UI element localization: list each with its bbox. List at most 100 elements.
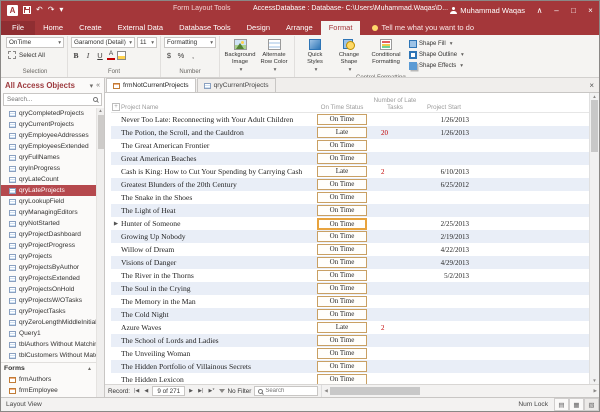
ribbon-tab-database-tools[interactable]: Database Tools: [171, 21, 239, 35]
alternate-row-color-button[interactable]: Alternate Row Color ▾: [257, 37, 291, 74]
nav-search-box[interactable]: [3, 93, 102, 106]
change-shape-button[interactable]: Change Shape ▾: [332, 37, 366, 74]
table-row[interactable]: The Potion, the Scroll, and the Cauldron…: [111, 126, 589, 139]
table-row[interactable]: Azure Waves Late 2: [111, 321, 589, 334]
record-selector[interactable]: [111, 269, 121, 282]
background-image-button[interactable]: Background Image ▾: [223, 37, 257, 74]
ribbon-tab-home[interactable]: Home: [35, 21, 71, 35]
record-selector[interactable]: [111, 204, 121, 217]
nav-item[interactable]: qryInProgress: [1, 163, 96, 174]
on-time-status-value[interactable]: On Time: [317, 205, 367, 216]
record-selector[interactable]: [111, 178, 121, 191]
nav-scrollbar[interactable]: ▲: [96, 108, 104, 397]
nav-pane-header[interactable]: All Access Objects ▾ «: [1, 78, 104, 93]
column-header-on-time-status[interactable]: On Time Status: [311, 104, 373, 112]
on-time-status-value[interactable]: On Time: [317, 270, 367, 281]
record-selector[interactable]: [111, 230, 121, 243]
ribbon-tab-design[interactable]: Design: [239, 21, 278, 35]
fill-color-icon[interactable]: [117, 51, 126, 60]
nav-item[interactable]: qryProjectTasks: [1, 306, 96, 317]
nav-item[interactable]: qryLateCount: [1, 174, 96, 185]
nav-item[interactable]: frmEmployee: [1, 385, 96, 396]
table-row[interactable]: Cash is King: How to Cut Your Spending b…: [111, 165, 589, 178]
new-record-button[interactable]: ▶*: [208, 388, 216, 394]
record-selector[interactable]: [111, 334, 121, 347]
table-row[interactable]: The Soul in the Crying On Time: [111, 282, 589, 295]
nav-scrollbar-thumb[interactable]: [97, 115, 104, 149]
nav-item[interactable]: qryCurrentProjects: [1, 119, 96, 130]
record-search-box[interactable]: [254, 386, 319, 396]
vertical-scrollbar-thumb[interactable]: [591, 100, 598, 152]
table-row[interactable]: Growing Up Nobody On Time 2/19/2013: [111, 230, 589, 243]
last-record-button[interactable]: ▶|: [197, 388, 204, 394]
nav-item[interactable]: qryEmployeeAddresses: [1, 130, 96, 141]
access-app-icon[interactable]: A: [7, 4, 18, 16]
shape-fill-button[interactable]: Shape Fill ▾: [409, 39, 464, 49]
column-header-project-name[interactable]: Project Name: [121, 104, 311, 112]
table-row[interactable]: The Hidden Portfolio of Villainous Secre…: [111, 360, 589, 373]
scroll-right-icon[interactable]: ▶: [594, 388, 597, 394]
on-time-status-value[interactable]: On Time: [317, 335, 367, 346]
table-row[interactable]: The Light of Heat On Time: [111, 204, 589, 217]
scroll-up-icon[interactable]: ▲: [98, 108, 102, 113]
horizontal-scrollbar[interactable]: ◀ ▶: [321, 385, 599, 397]
record-selector[interactable]: [111, 308, 121, 321]
column-header-late-tasks[interactable]: Number of Late Tasks: [373, 97, 417, 111]
on-time-status-value[interactable]: On Time: [317, 192, 367, 203]
next-record-button[interactable]: ▶: [188, 388, 194, 394]
ribbon-tab-format[interactable]: Format: [320, 21, 361, 35]
table-row[interactable]: Willow of Dream On Time 4/22/2013: [111, 243, 589, 256]
previous-record-button[interactable]: ◀: [143, 388, 149, 394]
on-time-status-value[interactable]: On Time: [317, 361, 367, 372]
record-selector[interactable]: [111, 373, 121, 384]
record-selector[interactable]: [111, 165, 121, 178]
ribbon-tab-create[interactable]: Create: [71, 21, 110, 35]
comma-format-button[interactable]: ,: [188, 50, 198, 61]
record-selector[interactable]: [111, 295, 121, 308]
on-time-status-value[interactable]: On Time: [317, 244, 367, 255]
scroll-down-icon[interactable]: ▼: [592, 378, 596, 383]
nav-item[interactable]: qryProjectProgress: [1, 240, 96, 251]
on-time-status-value[interactable]: On Time: [317, 231, 367, 242]
maximize-button[interactable]: □: [565, 1, 582, 19]
nav-item[interactable]: qryCompletedProjects: [1, 108, 96, 119]
shape-outline-button[interactable]: Shape Outline ▾: [409, 50, 464, 60]
on-time-status-value[interactable]: On Time: [317, 283, 367, 294]
percent-format-button[interactable]: %: [176, 50, 186, 61]
record-selector[interactable]: [111, 126, 121, 139]
save-icon[interactable]: [23, 6, 31, 14]
close-document-icon[interactable]: ×: [584, 81, 599, 92]
close-button[interactable]: ×: [582, 1, 599, 19]
redo-icon[interactable]: ↷: [48, 6, 55, 14]
nav-item[interactable]: qryNotStarted: [1, 218, 96, 229]
record-selector[interactable]: [111, 256, 121, 269]
nav-item[interactable]: qryLateProjects: [1, 185, 96, 196]
font-name-combo[interactable]: Garamond (Detail) ▾: [71, 37, 135, 48]
bold-button[interactable]: B: [71, 50, 81, 61]
on-time-status-value[interactable]: On Time: [317, 257, 367, 268]
on-time-status-value[interactable]: Late: [317, 322, 367, 333]
first-record-button[interactable]: |◀: [133, 388, 140, 394]
nav-item[interactable]: tblCustomers Without Match...: [1, 350, 96, 361]
form-view-button[interactable]: ▤: [554, 398, 569, 411]
ribbon-tab-file[interactable]: File: [1, 21, 36, 35]
nav-item[interactable]: qryProjectsW/OTasks: [1, 295, 96, 306]
record-search-input[interactable]: [265, 388, 315, 394]
number-format-combo[interactable]: Formatting ▾: [164, 37, 216, 48]
nav-item[interactable]: qryZeroLengthMiddleInitial: [1, 317, 96, 328]
table-row[interactable]: The Unveiling Woman On Time: [111, 347, 589, 360]
on-time-status-value[interactable]: Late: [317, 127, 367, 138]
record-selector[interactable]: [111, 152, 121, 165]
font-size-combo[interactable]: 11 ▾: [137, 37, 157, 48]
font-color-icon[interactable]: A: [107, 50, 115, 61]
quick-styles-button[interactable]: Quick Styles ▾: [298, 37, 332, 74]
tell-me-box[interactable]: Tell me what you want to do: [372, 23, 474, 35]
currency-format-button[interactable]: $: [164, 50, 174, 61]
record-selector[interactable]: [111, 139, 121, 152]
record-selector[interactable]: [111, 360, 121, 373]
scroll-left-icon[interactable]: ◀: [324, 388, 327, 394]
italic-button[interactable]: I: [83, 50, 93, 61]
record-selector[interactable]: [111, 321, 121, 334]
horizontal-scrollbar-thumb[interactable]: [329, 387, 420, 395]
nav-item[interactable]: qryProjectsByAuthor: [1, 262, 96, 273]
